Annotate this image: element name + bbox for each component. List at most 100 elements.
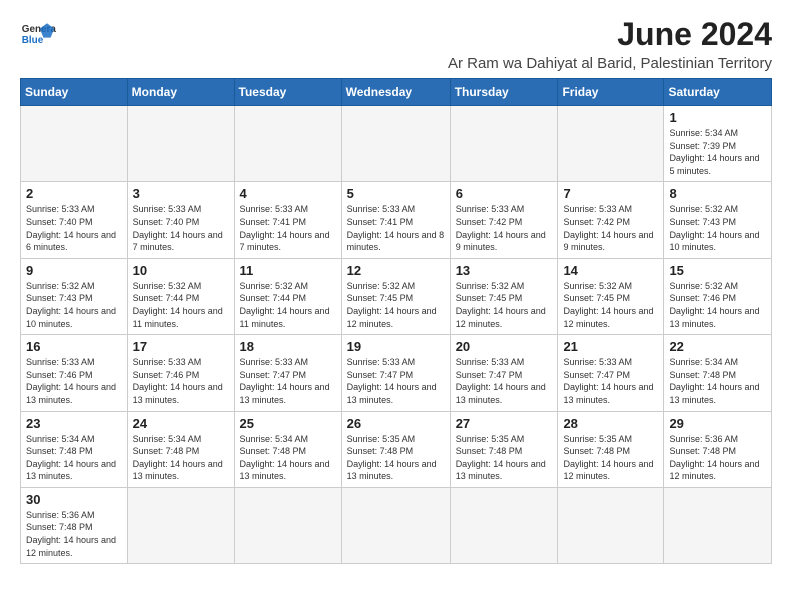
calendar-cell: 18Sunrise: 5:33 AMSunset: 7:47 PMDayligh… (234, 335, 341, 411)
logo: General Blue (20, 16, 56, 52)
day-number: 9 (26, 263, 122, 278)
day-info: Sunrise: 5:34 AMSunset: 7:48 PMDaylight:… (26, 433, 122, 483)
calendar-cell: 6 Sunrise: 5:33 AMSunset: 7:42 PMDaylight… (450, 182, 558, 258)
calendar-cell: 15 Sunrise: 5:32 AMSunset: 7:46 PMDayligh… (664, 258, 772, 334)
calendar-cell (558, 487, 664, 563)
day-number: 15 (669, 263, 766, 278)
day-number: 22 (669, 339, 766, 354)
day-info: Sunrise: 5:35 AMSunset: 7:48 PMDaylight:… (456, 433, 553, 483)
calendar-cell: 27 Sunrise: 5:35 AMSunset: 7:48 PMDayligh… (450, 411, 558, 487)
day-info: Sunrise: 5:36 AMSunset: 7:48 PMDaylight:… (669, 433, 766, 483)
day-number: 7 (563, 186, 658, 201)
day-number: 23 (26, 416, 122, 431)
calendar-cell: 11 Sunrise: 5:32 AMSunset: 7:44 PMDayligh… (234, 258, 341, 334)
day-number: 2 (26, 186, 122, 201)
day-number: 10 (133, 263, 229, 278)
day-info: Sunrise: 5:35 AMSunset: 7:48 PMDaylight:… (563, 433, 658, 483)
title-block: June 2024 Ar Ram wa Dahiyat al Barid, Pa… (448, 16, 772, 72)
day-info: Sunrise: 5:32 AMSunset: 7:43 PMDaylight:… (26, 280, 122, 330)
day-info: Sunrise: 5:33 AMSunset: 7:47 PMDaylight:… (563, 356, 658, 406)
calendar-cell (234, 106, 341, 182)
calendar-cell (234, 487, 341, 563)
day-number: 27 (456, 416, 553, 431)
day-number: 3 (133, 186, 229, 201)
calendar-cell: 17Sunrise: 5:33 AMSunset: 7:46 PMDayligh… (127, 335, 234, 411)
calendar-cell: 1 Sunrise: 5:34 AMSunset: 7:39 PMDaylight… (664, 106, 772, 182)
day-number: 12 (347, 263, 445, 278)
calendar-cell: 2 Sunrise: 5:33 AMSunset: 7:40 PMDaylight… (21, 182, 128, 258)
day-number: 4 (240, 186, 336, 201)
svg-text:Blue: Blue (22, 35, 44, 46)
calendar-cell (341, 487, 450, 563)
week-row-4: 23 Sunrise: 5:34 AMSunset: 7:48 PMDayligh… (21, 411, 772, 487)
day-info: Sunrise: 5:33 AMSunset: 7:42 PMDaylight:… (456, 203, 553, 253)
day-number: 6 (456, 186, 553, 201)
header: General Blue June 2024 Ar Ram wa Dahiyat… (20, 16, 772, 72)
calendar-cell: 28 Sunrise: 5:35 AMSunset: 7:48 PMDayligh… (558, 411, 664, 487)
day-info: Sunrise: 5:33 AMSunset: 7:40 PMDaylight:… (26, 203, 122, 253)
day-number: 30 (26, 492, 122, 507)
calendar-cell: 7 Sunrise: 5:33 AMSunset: 7:42 PMDaylight… (558, 182, 664, 258)
week-row-1: 2 Sunrise: 5:33 AMSunset: 7:40 PMDaylight… (21, 182, 772, 258)
week-row-5: 30 Sunrise: 5:36 AMSunset: 7:48 PMDayligh… (21, 487, 772, 563)
calendar-cell: 23 Sunrise: 5:34 AMSunset: 7:48 PMDayligh… (21, 411, 128, 487)
day-info: Sunrise: 5:32 AMSunset: 7:46 PMDaylight:… (669, 280, 766, 330)
day-info: Sunrise: 5:33 AMSunset: 7:41 PMDaylight:… (240, 203, 336, 253)
day-number: 20 (456, 339, 553, 354)
calendar-cell (664, 487, 772, 563)
day-header-monday: Monday (127, 79, 234, 106)
day-info: Sunrise: 5:34 AMSunset: 7:39 PMDaylight:… (669, 127, 766, 177)
day-info: Sunrise: 5:32 AMSunset: 7:45 PMDaylight:… (563, 280, 658, 330)
calendar-cell: 30 Sunrise: 5:36 AMSunset: 7:48 PMDayligh… (21, 487, 128, 563)
month-title: June 2024 (448, 16, 772, 53)
calendar-cell (450, 487, 558, 563)
day-info: Sunrise: 5:32 AMSunset: 7:45 PMDaylight:… (347, 280, 445, 330)
day-info: Sunrise: 5:32 AMSunset: 7:44 PMDaylight:… (240, 280, 336, 330)
day-number: 17 (133, 339, 229, 354)
day-info: Sunrise: 5:35 AMSunset: 7:48 PMDaylight:… (347, 433, 445, 483)
general-blue-logo-icon: General Blue (20, 16, 56, 52)
calendar-cell: 5 Sunrise: 5:33 AMSunset: 7:41 PMDaylight… (341, 182, 450, 258)
calendar-cell (127, 106, 234, 182)
day-info: Sunrise: 5:36 AMSunset: 7:48 PMDaylight:… (26, 509, 122, 559)
calendar-cell: 4 Sunrise: 5:33 AMSunset: 7:41 PMDaylight… (234, 182, 341, 258)
calendar-cell: 29 Sunrise: 5:36 AMSunset: 7:48 PMDayligh… (664, 411, 772, 487)
week-row-3: 16 Sunrise: 5:33 AMSunset: 7:46 PMDayligh… (21, 335, 772, 411)
day-number: 1 (669, 110, 766, 125)
day-info: Sunrise: 5:34 AMSunset: 7:48 PMDaylight:… (669, 356, 766, 406)
calendar-header-row: SundayMondayTuesdayWednesdayThursdayFrid… (21, 79, 772, 106)
day-number: 19 (347, 339, 445, 354)
day-info: Sunrise: 5:33 AMSunset: 7:41 PMDaylight:… (347, 203, 445, 253)
calendar-cell: 16 Sunrise: 5:33 AMSunset: 7:46 PMDayligh… (21, 335, 128, 411)
day-number: 14 (563, 263, 658, 278)
calendar-table: SundayMondayTuesdayWednesdayThursdayFrid… (20, 78, 772, 564)
day-info: Sunrise: 5:33 AMSunset: 7:47 PMDaylight:… (347, 356, 445, 406)
day-number: 5 (347, 186, 445, 201)
day-number: 29 (669, 416, 766, 431)
calendar-cell: 14 Sunrise: 5:32 AMSunset: 7:45 PMDayligh… (558, 258, 664, 334)
day-info: Sunrise: 5:33 AMSunset: 7:46 PMDaylight:… (26, 356, 122, 406)
day-number: 13 (456, 263, 553, 278)
day-number: 28 (563, 416, 658, 431)
calendar-cell: 10Sunrise: 5:32 AMSunset: 7:44 PMDayligh… (127, 258, 234, 334)
day-info: Sunrise: 5:33 AMSunset: 7:42 PMDaylight:… (563, 203, 658, 253)
day-header-tuesday: Tuesday (234, 79, 341, 106)
day-header-saturday: Saturday (664, 79, 772, 106)
day-number: 26 (347, 416, 445, 431)
calendar-cell: 25Sunrise: 5:34 AMSunset: 7:48 PMDayligh… (234, 411, 341, 487)
day-number: 16 (26, 339, 122, 354)
day-header-thursday: Thursday (450, 79, 558, 106)
day-info: Sunrise: 5:32 AMSunset: 7:43 PMDaylight:… (669, 203, 766, 253)
week-row-0: 1 Sunrise: 5:34 AMSunset: 7:39 PMDaylight… (21, 106, 772, 182)
calendar-cell: 22 Sunrise: 5:34 AMSunset: 7:48 PMDayligh… (664, 335, 772, 411)
calendar-cell: 19 Sunrise: 5:33 AMSunset: 7:47 PMDayligh… (341, 335, 450, 411)
calendar-cell: 21Sunrise: 5:33 AMSunset: 7:47 PMDayligh… (558, 335, 664, 411)
day-info: Sunrise: 5:34 AMSunset: 7:48 PMDaylight:… (133, 433, 229, 483)
day-header-sunday: Sunday (21, 79, 128, 106)
calendar-cell: 9 Sunrise: 5:32 AMSunset: 7:43 PMDaylight… (21, 258, 128, 334)
subtitle: Ar Ram wa Dahiyat al Barid, Palestinian … (448, 55, 772, 72)
calendar-cell (341, 106, 450, 182)
day-number: 11 (240, 263, 336, 278)
calendar-cell (127, 487, 234, 563)
day-number: 8 (669, 186, 766, 201)
